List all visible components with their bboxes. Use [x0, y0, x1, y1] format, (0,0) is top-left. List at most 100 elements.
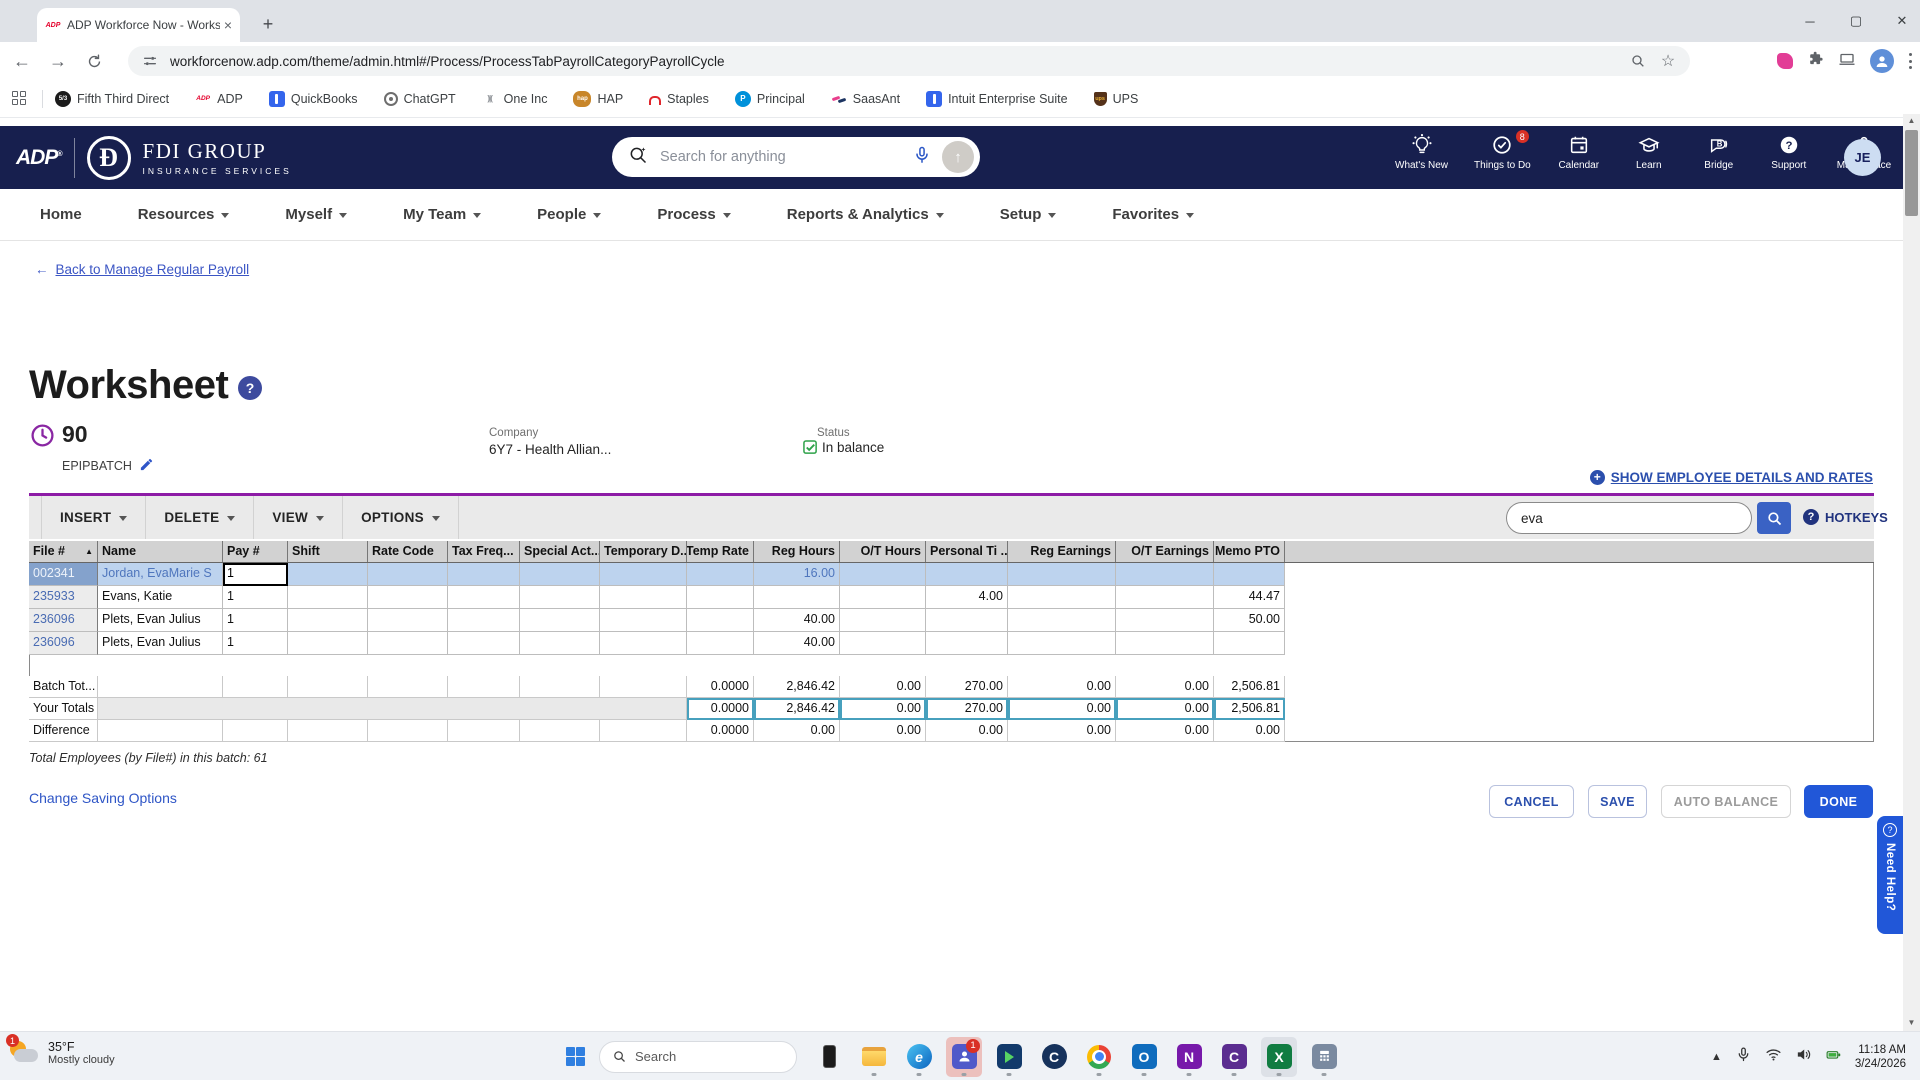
grid-cell[interactable]: [1008, 563, 1116, 586]
grid-cell[interactable]: [840, 586, 926, 609]
whats-new-button[interactable]: What's New: [1395, 134, 1448, 171]
grid-cell[interactable]: [926, 609, 1008, 632]
col-header-rate-code[interactable]: Rate Code: [368, 541, 448, 562]
tray-mic-icon[interactable]: [1735, 1046, 1752, 1068]
chrome-taskbar-icon[interactable]: [1081, 1037, 1117, 1077]
nav-item-home[interactable]: Home: [40, 206, 82, 223]
new-tab-button[interactable]: +: [256, 13, 280, 37]
col-header-file[interactable]: File #▲: [29, 541, 98, 562]
edge-taskbar-icon[interactable]: e: [901, 1037, 937, 1077]
col-header-o-t-earnings[interactable]: O/T Earnings: [1116, 541, 1214, 562]
col-header-memo-pto[interactable]: Memo PTO: [1214, 541, 1285, 562]
grid-cell[interactable]: 1: [223, 586, 288, 609]
grid-cell[interactable]: Jordan, EvaMarie S: [98, 563, 223, 586]
bookmark-intuit-enterprise-suite[interactable]: Intuit Enterprise Suite: [926, 91, 1068, 107]
show-employee-details-link[interactable]: + SHOW EMPLOYEE DETAILS AND RATES: [1590, 470, 1873, 485]
excel-taskbar-icon[interactable]: X: [1261, 1037, 1297, 1077]
media-player-taskbar-icon[interactable]: [991, 1037, 1027, 1077]
grid-cell[interactable]: [448, 609, 520, 632]
scroll-down-icon[interactable]: ▼: [1903, 1018, 1920, 1027]
send-to-device-icon[interactable]: [1838, 50, 1856, 73]
grid-cell[interactable]: [1214, 563, 1285, 586]
forward-icon[interactable]: →: [44, 47, 72, 75]
window-close-icon[interactable]: ✕: [1892, 13, 1912, 29]
bookmark-one-inc[interactable]: )|(One Inc: [482, 91, 548, 107]
col-header-shift[interactable]: Shift: [288, 541, 368, 562]
grid-cell[interactable]: [687, 586, 754, 609]
taskbar-clock[interactable]: 11:18 AM 3/24/2026: [1855, 1043, 1906, 1071]
window-minimize-icon[interactable]: ─: [1800, 14, 1820, 29]
tray-battery-icon[interactable]: [1825, 1046, 1842, 1068]
scroll-up-icon[interactable]: ▲: [1903, 116, 1920, 125]
grid-cell[interactable]: [1116, 632, 1214, 655]
grid-cell[interactable]: 236096: [29, 609, 98, 632]
nav-item-setup[interactable]: Setup: [1000, 206, 1057, 223]
nav-item-process[interactable]: Process: [657, 206, 730, 223]
bookmark-staples[interactable]: Staples: [649, 92, 709, 106]
bookmark-adp[interactable]: ADPADP: [195, 91, 243, 107]
grid-cell[interactable]: [288, 586, 368, 609]
outlook-taskbar-icon[interactable]: O: [1126, 1037, 1162, 1077]
col-header-name[interactable]: Name: [98, 541, 223, 562]
grid-cell[interactable]: 235933: [29, 586, 98, 609]
c-app-taskbar-icon[interactable]: C: [1036, 1037, 1072, 1077]
search-submit-icon[interactable]: ↑: [942, 141, 974, 173]
taskbar-search[interactable]: Search: [599, 1041, 797, 1073]
col-header-o-t-hours[interactable]: O/T Hours: [840, 541, 926, 562]
grid-cell[interactable]: [840, 563, 926, 586]
grid-cell[interactable]: [687, 563, 754, 586]
weather-widget[interactable]: 1 35°F Mostly cloudy: [8, 1037, 115, 1069]
table-row[interactable]: 236096Plets, Evan Julius140.00: [29, 632, 1874, 655]
grid-cell[interactable]: 1: [223, 632, 288, 655]
bookmark-hap[interactable]: hapHAP: [573, 91, 623, 107]
grid-cell[interactable]: [368, 609, 448, 632]
grid-cell[interactable]: 4.00: [926, 586, 1008, 609]
grid-cell[interactable]: [288, 632, 368, 655]
bookmark-chatgpt[interactable]: ChatGPT: [384, 92, 456, 106]
purple-app-taskbar-icon[interactable]: C: [1216, 1037, 1252, 1077]
tray-chevron-icon[interactable]: ▲: [1711, 1051, 1722, 1063]
grid-cell[interactable]: [1116, 609, 1214, 632]
nav-item-reports-analytics[interactable]: Reports & Analytics: [787, 206, 944, 223]
grid-cell[interactable]: [520, 632, 600, 655]
learn-button[interactable]: Learn: [1627, 134, 1671, 171]
grid-cell[interactable]: [288, 563, 368, 586]
start-button-icon[interactable]: [566, 1047, 585, 1066]
grid-cell[interactable]: 50.00: [1214, 609, 1285, 632]
voice-search-icon[interactable]: [912, 145, 932, 170]
col-header-reg-hours[interactable]: Reg Hours: [754, 541, 840, 562]
options-menu-button[interactable]: OPTIONS: [343, 496, 459, 539]
bookmark-fifth-third-direct[interactable]: 5/3Fifth Third Direct: [55, 91, 169, 107]
grid-cell[interactable]: [600, 563, 687, 586]
grid-cell[interactable]: 16.00: [754, 563, 840, 586]
scrollbar-thumb[interactable]: [1905, 130, 1918, 216]
grid-cell[interactable]: [368, 586, 448, 609]
grid-cell[interactable]: [1116, 586, 1214, 609]
grid-cell[interactable]: 40.00: [754, 609, 840, 632]
table-row[interactable]: 235933Evans, Katie14.0044.47: [29, 586, 1874, 609]
col-header-reg-earnings[interactable]: Reg Earnings: [1008, 541, 1116, 562]
need-help-tab[interactable]: ? Need Help?: [1877, 816, 1903, 934]
grid-cell[interactable]: 002341: [29, 563, 98, 586]
calendar-button[interactable]: Calendar: [1557, 134, 1601, 171]
col-header-special-act[interactable]: Special Act...: [520, 541, 600, 562]
pink-extension-icon[interactable]: [1777, 53, 1793, 69]
table-row[interactable]: 236096Plets, Evan Julius140.0050.00: [29, 609, 1874, 632]
grid-cell[interactable]: [288, 609, 368, 632]
page-scrollbar[interactable]: ▲ ▼: [1903, 114, 1920, 1031]
grid-cell[interactable]: 1: [223, 563, 288, 586]
grid-cell[interactable]: Evans, Katie: [98, 586, 223, 609]
cancel-button[interactable]: CANCEL: [1489, 785, 1574, 818]
back-icon[interactable]: ←: [8, 47, 36, 75]
grid-cell[interactable]: [754, 586, 840, 609]
tab-close-icon[interactable]: ×: [224, 17, 232, 33]
nav-item-myself[interactable]: Myself: [285, 206, 347, 223]
search-lens-icon[interactable]: [1628, 51, 1648, 71]
grid-cell[interactable]: [687, 632, 754, 655]
browser-profile-avatar[interactable]: [1870, 49, 1894, 73]
reload-icon[interactable]: [80, 47, 108, 75]
file-explorer-taskbar-icon[interactable]: [856, 1037, 892, 1077]
url-bar[interactable]: workforcenow.adp.com/theme/admin.html#/P…: [128, 46, 1690, 76]
grid-cell[interactable]: [520, 563, 600, 586]
phone-link-taskbar-icon[interactable]: [811, 1037, 847, 1077]
